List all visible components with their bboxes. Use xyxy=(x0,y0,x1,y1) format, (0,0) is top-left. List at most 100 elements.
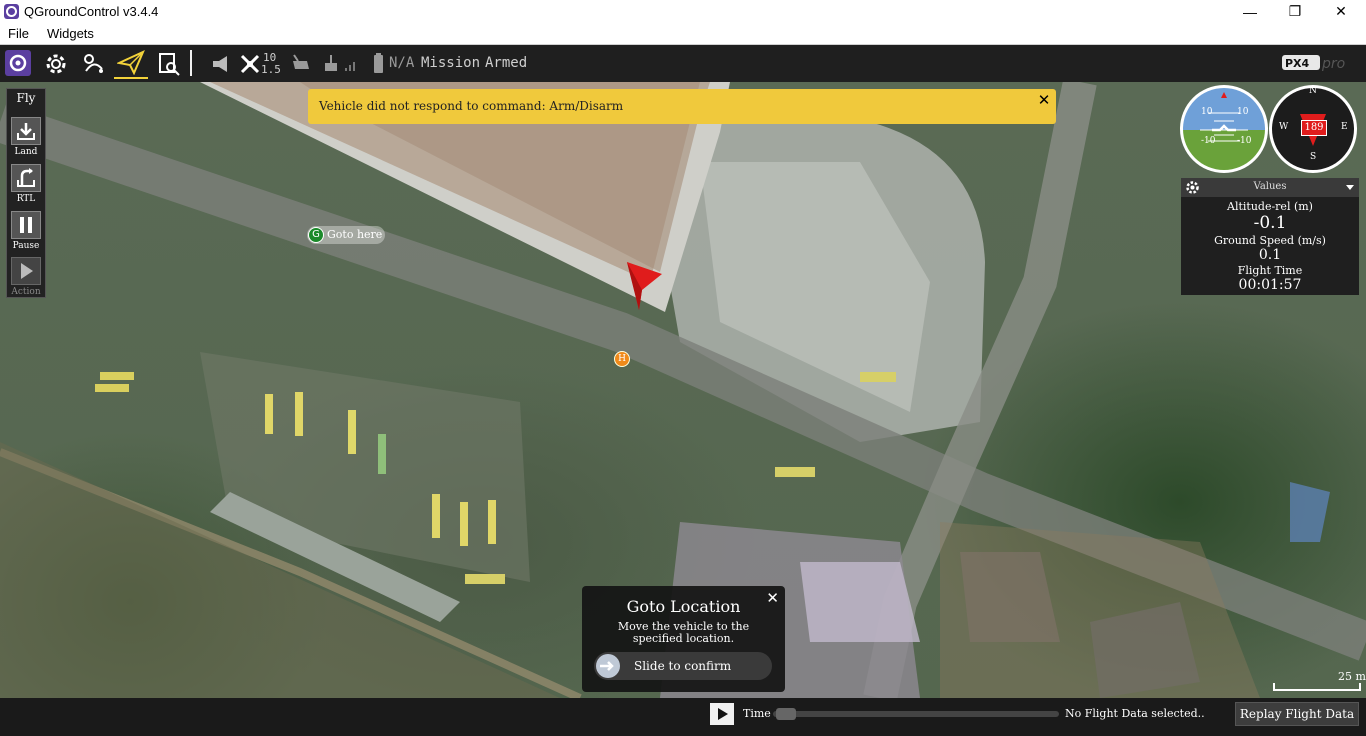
goto-dialog-title: Goto Location xyxy=(626,597,741,616)
fly-tool-strip: Fly Land RTL Pause Action xyxy=(6,88,46,298)
chevron-down-icon[interactable] xyxy=(1346,185,1354,191)
signal-bars-icon xyxy=(345,62,355,71)
px4-logo-icon: PX4 pro xyxy=(1282,55,1345,72)
signal-strength-indicator xyxy=(344,49,358,79)
telemetry-icon xyxy=(325,55,337,71)
plan-route-icon xyxy=(84,54,103,73)
svg-text:pro: pro xyxy=(1321,56,1345,72)
slider-label: Slide to confirm xyxy=(634,659,732,673)
flighttime-value: 00:01:57 xyxy=(1238,277,1302,293)
svg-text:PX4: PX4 xyxy=(1285,57,1310,70)
home-marker[interactable]: H xyxy=(614,351,630,367)
paper-plane-icon xyxy=(117,50,145,75)
menu-widgets[interactable]: Widgets xyxy=(47,26,94,41)
goto-dialog-description: Move the vehicle to the specified locati… xyxy=(617,620,750,645)
values-widget: Values Altitude-rel (m) -0.1 Ground Spee… xyxy=(1181,178,1359,295)
rtl-caption: RTL xyxy=(16,194,36,204)
no-flight-data-label: No Flight Data selected.. xyxy=(1065,707,1205,720)
compass-south: S xyxy=(1310,152,1317,162)
return-home-icon xyxy=(17,168,35,187)
analyze-view-button[interactable] xyxy=(156,49,182,79)
rtl-button[interactable] xyxy=(11,164,41,192)
restore-button[interactable]: ❐ xyxy=(1272,0,1318,23)
analyze-icon xyxy=(159,53,180,76)
goto-location-dialog: ✕ Goto Location Move the vehicle to the … xyxy=(582,586,785,692)
qgc-logo-icon xyxy=(5,50,31,76)
alert-banner: Vehicle did not respond to command: Arm/… xyxy=(308,89,1056,124)
plan-view-button[interactable] xyxy=(80,49,108,79)
window-titlebar: QGroundControl v3.4.4 xyxy=(0,0,1366,23)
action-button[interactable] xyxy=(11,257,41,285)
arm-state-button[interactable]: Armed xyxy=(485,55,527,71)
pitch-minus-left: -10 xyxy=(1201,136,1216,146)
altitude-label: Altitude-rel (m) xyxy=(1227,200,1313,213)
vehicle-arrow-icon xyxy=(627,262,662,310)
goto-marker[interactable]: G Goto here xyxy=(307,226,385,244)
fly-view-button[interactable] xyxy=(114,47,148,79)
rc-transmitter-icon xyxy=(293,54,309,69)
pause-button[interactable] xyxy=(11,211,41,239)
satellite-icon xyxy=(240,54,260,74)
slide-to-confirm[interactable]: Slide to confirm xyxy=(594,652,772,680)
qgc-logo-button[interactable] xyxy=(4,48,32,78)
megaphone-icon xyxy=(213,56,227,72)
timeline-thumb[interactable] xyxy=(776,708,796,720)
groundspeed-value: 0.1 xyxy=(1258,247,1282,263)
pitch-plus-right: 10 xyxy=(1237,107,1249,117)
fly-tool-title: Fly xyxy=(16,91,36,105)
pitch-plus-left: 10 xyxy=(1201,107,1213,117)
alert-close-button[interactable]: ✕ xyxy=(1036,92,1052,108)
values-title: Values xyxy=(1253,181,1287,192)
goto-marker-label: Goto here xyxy=(327,228,383,241)
flighttime-label: Flight Time xyxy=(1237,264,1303,277)
settings-button[interactable] xyxy=(42,49,70,79)
close-button[interactable]: ✕ xyxy=(1318,0,1364,23)
attitude-compass-widget xyxy=(1180,85,1357,173)
play-icon xyxy=(21,263,33,279)
gps-hdop: 1.5 xyxy=(261,63,281,76)
main-toolbar xyxy=(0,45,1366,82)
replay-timeline-slider[interactable] xyxy=(773,708,1059,720)
groundspeed-label: Ground Speed (m/s) xyxy=(1214,234,1326,247)
gps-status-button[interactable] xyxy=(238,49,262,79)
pitch-minus-right: -10 xyxy=(1237,136,1252,146)
flight-mode-selector[interactable]: Mission xyxy=(421,55,480,71)
instrument-panel xyxy=(1180,84,1360,176)
replay-play-button[interactable] xyxy=(710,703,734,725)
altitude-value: -0.1 xyxy=(1253,213,1287,233)
battery-value: N/A xyxy=(389,55,415,71)
time-label: Time xyxy=(743,707,771,720)
toolbar-separator xyxy=(190,50,192,76)
map-scale-bar xyxy=(1273,683,1361,691)
battery-button[interactable] xyxy=(370,49,386,79)
compass-west: W xyxy=(1279,122,1289,132)
play-icon xyxy=(718,708,728,720)
replay-flight-data-button[interactable]: Replay Flight Data xyxy=(1235,702,1359,726)
land-button[interactable] xyxy=(11,117,41,145)
messages-button[interactable] xyxy=(208,49,234,79)
menu-bar: File Widgets xyxy=(0,23,1366,45)
map-scale-label: 25 m xyxy=(1338,670,1366,683)
px4-pro-logo: PX4 pro xyxy=(1282,53,1362,77)
compass-north: N xyxy=(1309,86,1317,96)
window-title: QGroundControl v3.4.4 xyxy=(24,4,159,19)
compass-east: E xyxy=(1341,122,1348,132)
land-caption: Land xyxy=(14,147,38,157)
rc-rssi-button[interactable] xyxy=(290,49,312,79)
compass-heading: 189 xyxy=(1301,120,1327,136)
vehicle-marker[interactable] xyxy=(622,260,664,316)
slider-knob[interactable] xyxy=(596,654,620,678)
values-header: Values xyxy=(1181,178,1359,197)
pause-caption: Pause xyxy=(12,241,40,251)
menu-file[interactable]: File xyxy=(8,26,29,41)
alert-message: Vehicle did not respond to command: Arm/… xyxy=(319,99,624,113)
battery-icon xyxy=(374,53,383,73)
arrow-right-icon xyxy=(600,661,614,671)
gear-icon xyxy=(46,54,66,74)
app-icon xyxy=(4,4,19,19)
minimize-button[interactable]: — xyxy=(1227,0,1273,23)
pause-icon xyxy=(20,217,32,233)
telemetry-rssi-button[interactable] xyxy=(322,49,340,79)
goto-marker-icon: G xyxy=(308,227,324,243)
land-icon xyxy=(17,123,35,140)
